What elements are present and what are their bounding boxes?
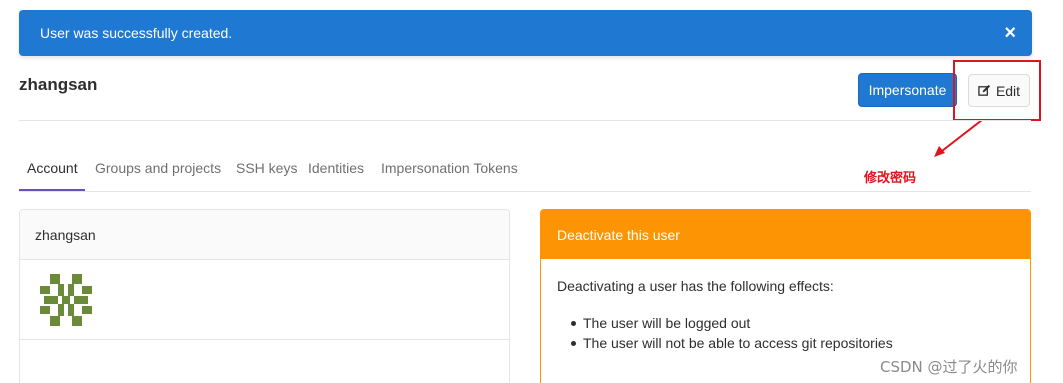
avatar-row (20, 260, 509, 340)
avatar (36, 270, 96, 330)
watermark: CSDN @过了火的你 (880, 358, 1018, 376)
deactivate-card-title: Deactivate this user (541, 210, 1030, 259)
alert-message: User was successfully created. (40, 25, 233, 41)
page-title: zhangsan (19, 75, 98, 94)
impersonate-button[interactable]: Impersonate (858, 73, 957, 107)
deactivate-intro: Deactivating a user has the following ef… (557, 278, 834, 294)
annotation-highlight-box (953, 60, 1041, 121)
profile-card-name: zhangsan (20, 210, 509, 260)
tab-impersonation-tokens[interactable]: Impersonation Tokens (381, 152, 518, 191)
tab-groups-and-projects[interactable]: Groups and projects (95, 152, 221, 191)
header-divider (19, 120, 1031, 121)
success-alert: User was successfully created. × (19, 10, 1032, 56)
tab-ssh-keys[interactable]: SSH keys (236, 152, 297, 191)
tab-identities[interactable]: Identities (308, 152, 364, 191)
list-item: The user will not be able to access git … (571, 333, 1014, 353)
user-tabs: Account Groups and projects SSH keys Ide… (19, 152, 1031, 192)
close-icon[interactable]: × (1004, 23, 1016, 43)
list-item: The user will be logged out (571, 313, 1014, 333)
deactivate-effects-list: The user will be logged out The user wil… (557, 313, 1014, 353)
tab-account[interactable]: Account (19, 152, 85, 191)
profile-card: zhangsan (19, 209, 510, 383)
